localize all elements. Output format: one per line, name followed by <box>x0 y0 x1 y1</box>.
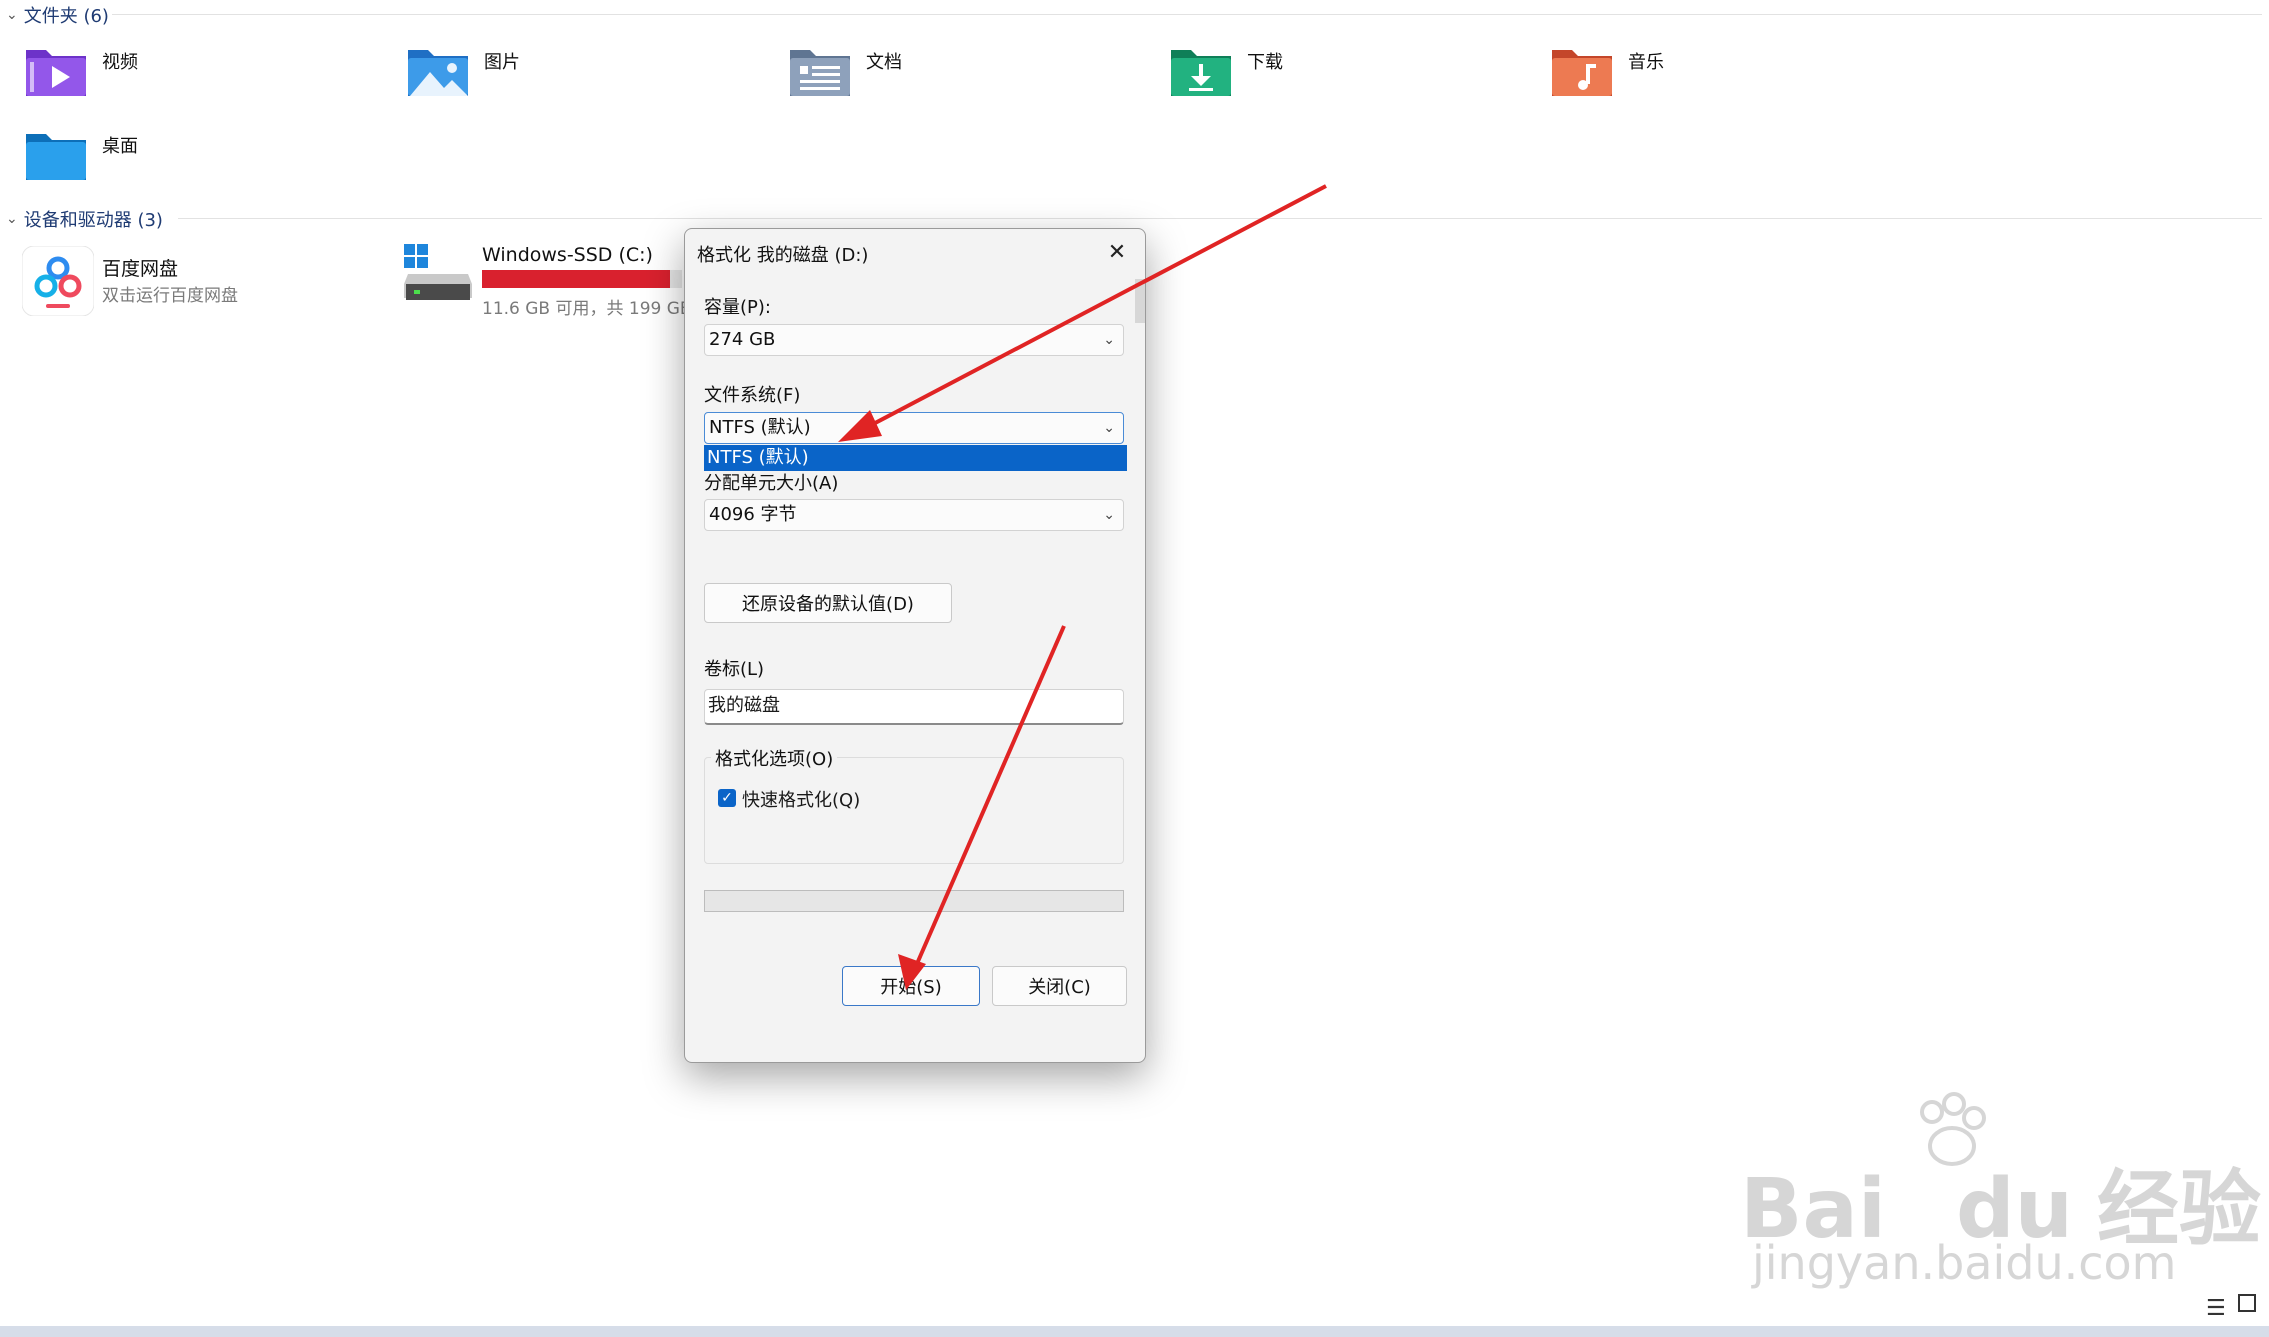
details-view-icon[interactable]: ☰ <box>2206 1296 2226 1321</box>
arrow-head <box>838 410 882 442</box>
watermark-url: jingyan.baidu.com <box>1752 1236 2177 1290</box>
arrow-head <box>898 954 926 990</box>
arrow-to-filesystem <box>857 184 1327 434</box>
tiles-view-icon[interactable] <box>2238 1294 2256 1312</box>
arrow-to-start <box>914 625 1066 967</box>
taskbar-strip <box>0 1326 2269 1337</box>
